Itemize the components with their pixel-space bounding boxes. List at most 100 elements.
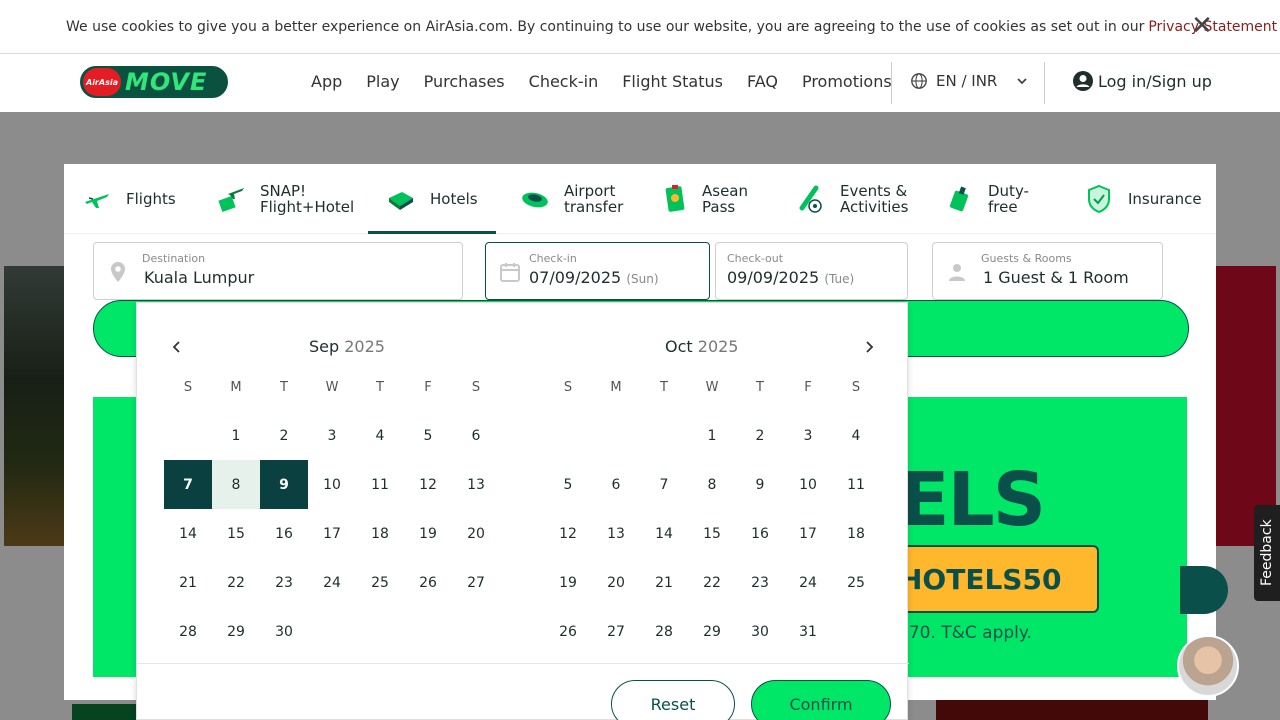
calendar-day[interactable]: 30 <box>260 607 308 656</box>
guests-label: Guests & Rooms <box>981 252 1072 265</box>
weekday-label: T <box>756 380 764 395</box>
calendar-day[interactable]: 28 <box>640 607 688 656</box>
calendar-day[interactable]: 7 <box>164 460 212 509</box>
calendar-day[interactable]: 3 <box>308 411 356 460</box>
calendar-day[interactable]: 22 <box>212 558 260 607</box>
calendar-day[interactable]: 15 <box>688 509 736 558</box>
language-selector[interactable]: EN / INR <box>910 72 1029 90</box>
calendar-day[interactable]: 13 <box>592 509 640 558</box>
calendar-day[interactable]: 21 <box>164 558 212 607</box>
checkout-field[interactable]: Check-out 09/09/2025 (Tue) <box>715 242 908 300</box>
nav-link-promotions[interactable]: Promotions <box>802 72 892 91</box>
calendar-day[interactable]: 3 <box>784 411 832 460</box>
calendar-day[interactable]: 12 <box>544 509 592 558</box>
tab-asean-pass[interactable]: Asean Pass <box>662 164 762 234</box>
calendar-day[interactable]: 16 <box>260 509 308 558</box>
calendar-day[interactable]: 16 <box>736 509 784 558</box>
calendar-day[interactable]: 10 <box>308 460 356 509</box>
calendar-day[interactable]: 11 <box>356 460 404 509</box>
calendar-day[interactable]: 5 <box>404 411 452 460</box>
calendar-day[interactable]: 27 <box>452 558 500 607</box>
calendar-day[interactable]: 18 <box>356 509 404 558</box>
nav-link-faq[interactable]: FAQ <box>747 72 778 91</box>
calendar-day[interactable]: 14 <box>640 509 688 558</box>
login-button[interactable]: Log in/Sign up <box>1072 70 1212 92</box>
tab-duty-free[interactable]: Duty-free <box>946 164 1046 234</box>
calendar-day[interactable]: 13 <box>452 460 500 509</box>
calendar-day[interactable]: 11 <box>832 460 880 509</box>
calendar-day[interactable]: 18 <box>832 509 880 558</box>
calendar-day[interactable]: 9 <box>260 460 308 509</box>
nav-link-purchases[interactable]: Purchases <box>424 72 505 91</box>
calendar-day[interactable]: 9 <box>736 460 784 509</box>
calendar-day[interactable]: 7 <box>640 460 688 509</box>
calendar-day[interactable]: 1 <box>212 411 260 460</box>
calendar-day[interactable]: 17 <box>784 509 832 558</box>
nav-link-play[interactable]: Play <box>366 72 399 91</box>
tab-airport-transfer[interactable]: Airport transfer <box>520 164 650 234</box>
calendar-day[interactable]: 4 <box>356 411 404 460</box>
nav-link-check-in[interactable]: Check-in <box>529 72 599 91</box>
calendar-day[interactable]: 4 <box>832 411 880 460</box>
calendar-day[interactable]: 15 <box>212 509 260 558</box>
calendar-day[interactable]: 31 <box>784 607 832 656</box>
checkin-field[interactable]: Check-in 07/09/2025 (Sun) <box>485 242 710 300</box>
date-picker: Sep 2025 Oct 2025 S M T W T F S 1 2 3 4 5 6 7 8 9 10 11 12… <box>136 302 909 720</box>
calendar-day[interactable]: 26 <box>544 607 592 656</box>
calendar-day[interactable]: 19 <box>404 509 452 558</box>
feedback-tab[interactable]: Feedback <box>1254 505 1280 601</box>
week-row: 19 20 21 22 23 24 25 <box>544 558 880 607</box>
calendar-day[interactable]: 1 <box>688 411 736 460</box>
confirm-button[interactable]: Confirm <box>751 680 891 720</box>
nav-link-flight-status[interactable]: Flight Status <box>622 72 723 91</box>
calendar-day[interactable]: 23 <box>260 558 308 607</box>
calendar-day[interactable]: 25 <box>832 558 880 607</box>
calendar-day[interactable]: 24 <box>308 558 356 607</box>
calendar-day[interactable]: 26 <box>404 558 452 607</box>
week-row: 21 22 23 24 25 26 27 <box>164 558 500 607</box>
guests-rooms-field[interactable]: Guests & Rooms 1 Guest & 1 Room <box>932 242 1163 300</box>
calendar-day[interactable]: 8 <box>212 460 260 509</box>
calendar-day[interactable]: 6 <box>592 460 640 509</box>
airasia-move-logo[interactable]: AirAsia MOVE <box>80 66 228 98</box>
calendar-day[interactable]: 29 <box>688 607 736 656</box>
calendar-day[interactable]: 8 <box>688 460 736 509</box>
tab-snap[interactable]: SNAP! Flight+Hotel <box>216 164 366 234</box>
calendar-day[interactable]: 6 <box>452 411 500 460</box>
prev-month-icon[interactable] <box>167 337 187 357</box>
cookie-close-icon[interactable]: ✕ <box>1190 13 1214 39</box>
calendar-day[interactable]: 17 <box>308 509 356 558</box>
week-row: 1234 <box>544 411 880 460</box>
shield-icon <box>1084 184 1114 214</box>
calendar-day[interactable]: 19 <box>544 558 592 607</box>
calendar-day[interactable]: 22 <box>688 558 736 607</box>
tab-hotels[interactable]: Hotels <box>368 164 496 234</box>
calendar-day[interactable]: 28 <box>164 607 212 656</box>
chat-assistant-avatar[interactable] <box>1177 635 1239 697</box>
tab-flights[interactable]: Flights <box>82 164 176 234</box>
calendar-day[interactable]: 20 <box>452 509 500 558</box>
next-month-icon[interactable] <box>859 337 879 357</box>
calendar-day[interactable]: 5 <box>544 460 592 509</box>
carousel-next-button[interactable] <box>1180 566 1228 614</box>
weekday-label: F <box>424 380 432 395</box>
destination-field[interactable]: Destination Kuala Lumpur <box>93 242 463 300</box>
calendar-day[interactable]: 20 <box>592 558 640 607</box>
calendar-day[interactable]: 27 <box>592 607 640 656</box>
calendar-day[interactable]: 24 <box>784 558 832 607</box>
calendar-day[interactable]: 23 <box>736 558 784 607</box>
calendar-day[interactable]: 14 <box>164 509 212 558</box>
calendar-day[interactable]: 12 <box>404 460 452 509</box>
tab-label: Events & Activities <box>840 182 909 216</box>
calendar-day[interactable]: 21 <box>640 558 688 607</box>
tab-insurance[interactable]: Insurance <box>1084 164 1202 234</box>
calendar-day[interactable]: 29 <box>212 607 260 656</box>
calendar-day[interactable]: 2 <box>736 411 784 460</box>
nav-link-app[interactable]: App <box>311 72 342 91</box>
calendar-day[interactable]: 2 <box>260 411 308 460</box>
reset-button[interactable]: Reset <box>611 680 735 720</box>
calendar-day[interactable]: 25 <box>356 558 404 607</box>
calendar-day[interactable]: 30 <box>736 607 784 656</box>
tab-events-activities[interactable]: Events & Activities <box>796 164 956 234</box>
calendar-day[interactable]: 10 <box>784 460 832 509</box>
